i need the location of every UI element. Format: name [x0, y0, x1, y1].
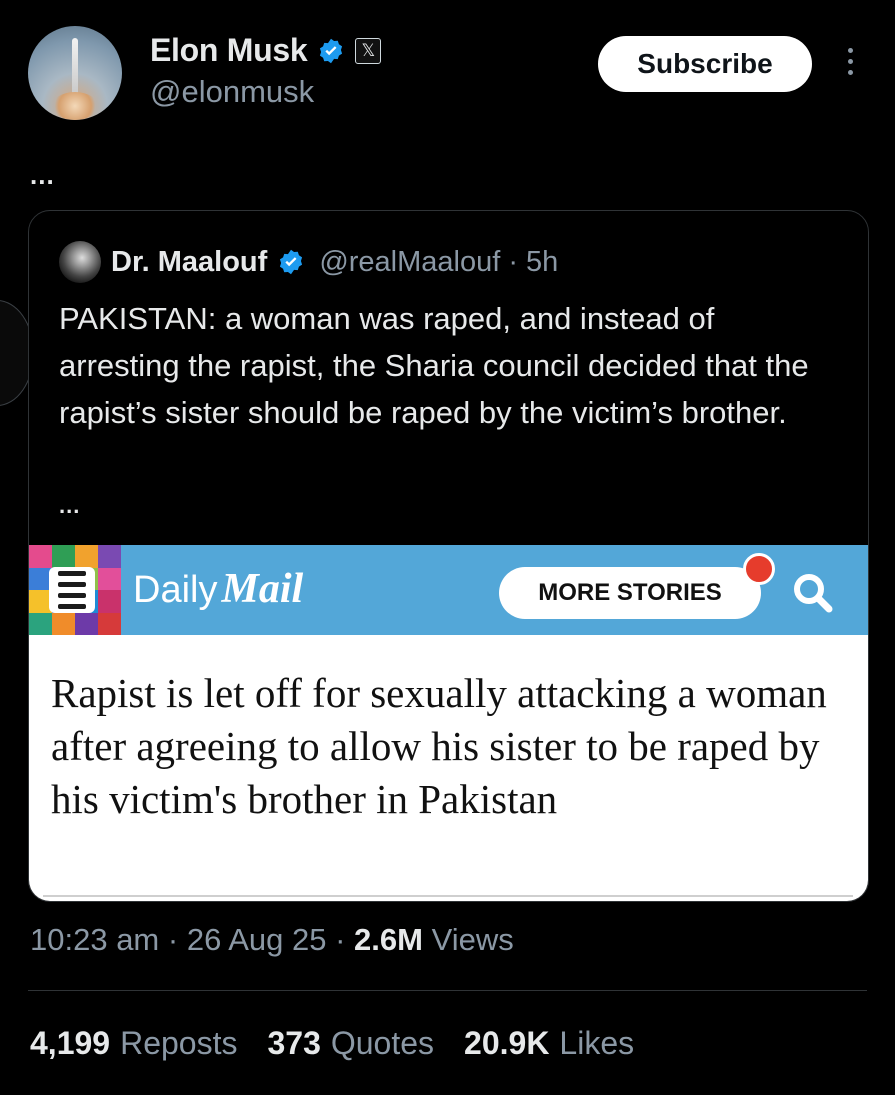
mosaic-tile: [29, 612, 52, 635]
divider: [28, 990, 867, 991]
mosaic-tile: [98, 567, 121, 590]
tweet-date[interactable]: 26 Aug 25: [187, 922, 327, 957]
search-icon: [794, 574, 833, 613]
dailymail-headline: Rapist is let off for sexually attacking…: [51, 670, 827, 822]
tweet-time[interactable]: 10:23 am: [30, 922, 159, 957]
launch-smoke-image: [52, 92, 98, 120]
reposts-stat[interactable]: 4,199 Reposts: [30, 1025, 237, 1062]
dailymail-header-bar: Daily Mail MORE STORIES: [29, 545, 868, 635]
reposts-label: Reposts: [120, 1025, 238, 1061]
author-avatar[interactable]: [28, 26, 122, 120]
views-count: 2.6M: [354, 922, 423, 957]
mosaic-tile: [98, 612, 121, 635]
mosaic-tile: [98, 590, 121, 613]
verified-badge-icon: [317, 37, 345, 65]
quotes-count: 373: [267, 1025, 321, 1061]
quoted-author-avatar: [59, 241, 101, 283]
quoted-tweet-card[interactable]: Dr. Maalouf @realMaalouf · 5h PAKISTAN: …: [28, 210, 869, 902]
quoted-handle-time: @realMaalouf · 5h: [319, 245, 559, 278]
quoted-tweet-text: PAKISTAN: a woman was raped, and instead…: [59, 301, 809, 430]
tweet-meta: 10:23 am · 26 Aug 25 · 2.6M Views: [30, 922, 514, 958]
dailymail-logo-daily: Daily: [133, 569, 218, 611]
likes-count: 20.9K: [464, 1025, 550, 1061]
more-stories-button: MORE STORIES: [499, 567, 761, 619]
dailymail-article: Rapist is let off for sexually attacking…: [29, 635, 868, 901]
dailymail-logo: Daily Mail: [133, 565, 303, 613]
mosaic-tile: [98, 545, 121, 568]
mosaic-tile: [75, 545, 98, 568]
quotes-label: Quotes: [330, 1025, 435, 1061]
dailymail-logo-mail: Mail: [221, 566, 304, 612]
mosaic-tile: [52, 612, 75, 635]
engagement-stats: 4,199 Reposts 373 Quotes 20.9K Likes: [30, 1025, 634, 1062]
quotes-stat[interactable]: 373 Quotes: [267, 1025, 434, 1062]
author-name[interactable]: Elon Musk: [150, 32, 308, 69]
x-affiliation-icon: 𝕏: [355, 37, 382, 64]
quoted-header: Dr. Maalouf @realMaalouf · 5h: [59, 241, 558, 283]
mosaic-tile: [52, 545, 75, 568]
article-divider: [43, 895, 853, 897]
reposts-count: 4,199: [30, 1025, 111, 1061]
meta-separator: ·: [167, 922, 187, 957]
tweet-text-ellipsis: ...: [30, 160, 55, 190]
mosaic-tile: [29, 545, 52, 568]
notification-dot: [743, 553, 775, 585]
more-options-icon[interactable]: [846, 48, 854, 80]
author-handle[interactable]: @elonmusk: [150, 74, 314, 110]
quoted-verified-badge-icon: [277, 248, 305, 276]
author-name-row: Elon Musk 𝕏: [150, 32, 382, 69]
subscribe-button[interactable]: Subscribe: [598, 36, 812, 92]
views-label: Views: [431, 922, 514, 957]
quoted-text-ellipsis: ...: [59, 493, 81, 518]
likes-label: Likes: [559, 1025, 635, 1061]
rocket-image: [72, 38, 78, 98]
mosaic-tile: [75, 612, 98, 635]
meta-separator: ·: [335, 922, 355, 957]
likes-stat[interactable]: 20.9K Likes: [464, 1025, 634, 1062]
quoted-author-name: Dr. Maalouf: [111, 245, 268, 278]
hamburger-menu-icon: [49, 567, 95, 613]
